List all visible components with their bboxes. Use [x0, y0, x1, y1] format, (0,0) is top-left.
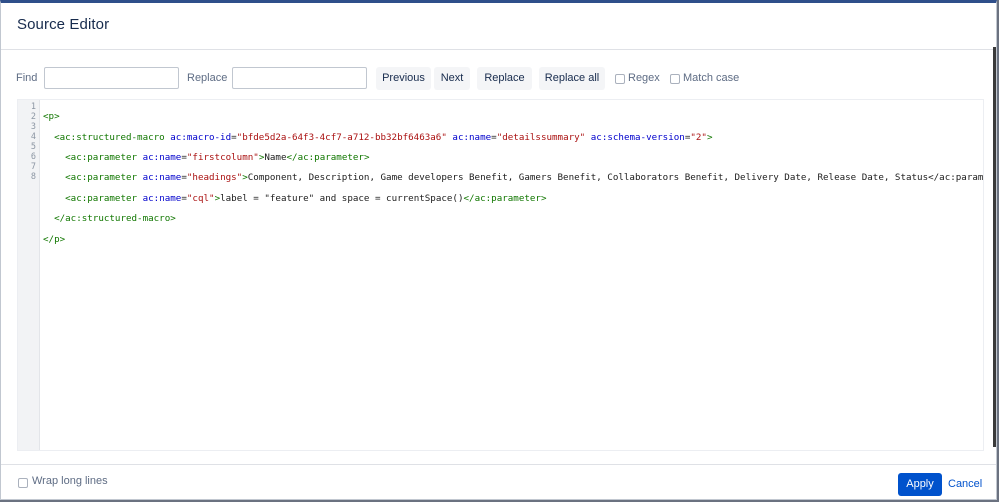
token-param-close: </ac:parameter> [286, 152, 370, 164]
code-line-3: <ac:parameter ac:name="firstcolumn">Name… [43, 152, 983, 164]
wrap-long-lines-checkbox[interactable] [18, 478, 28, 488]
line-number: 5 [30, 142, 36, 152]
line-number: 3 [30, 122, 36, 132]
line-number-gutter: 1 2 3 4 5 6 7 8 [18, 100, 40, 450]
code-editor[interactable]: 1 2 3 4 5 6 7 8 <p> <ac:structured-macro… [17, 99, 984, 451]
token-cql-text: label = "feature" and space = currentSpa… [220, 192, 464, 204]
line-number: 6 [30, 152, 36, 162]
token-macro-id-attr: ac:macro-id [170, 131, 232, 143]
token-name-attr: ac:name [142, 172, 182, 184]
token-gt: > [706, 131, 713, 143]
token-macro-name-value: "detailssummary" [496, 131, 586, 143]
regex-checkbox[interactable] [615, 74, 625, 84]
find-label: Find [16, 72, 38, 84]
line-number: 8 [30, 172, 36, 182]
source-editor-dialog: Source Editor Find Replace Previous Next… [0, 0, 997, 500]
line-number: 2 [30, 112, 36, 122]
token-param-open: <ac:parameter [65, 192, 138, 204]
token-macro-close: </ac:structured-macro> [54, 213, 176, 225]
token-cql-value: "cql" [186, 192, 215, 204]
previous-button[interactable]: Previous [376, 67, 431, 90]
token-name-attr: ac:name [142, 192, 182, 204]
token-p-close: </p> [43, 233, 66, 245]
dialog-title: Source Editor [17, 16, 110, 33]
token-schema-value: "2" [690, 131, 707, 143]
token-macro-open: <ac:structured-macro [54, 131, 165, 143]
token-headings-value: "headings" [186, 172, 243, 184]
find-replace-toolbar: Find Replace Previous Next Replace Repla… [1, 67, 996, 91]
token-p-open: <p> [43, 111, 60, 123]
replace-button[interactable]: Replace [477, 67, 532, 90]
page-scrollbar[interactable] [993, 47, 996, 447]
code-line-2: <ac:structured-macro ac:macro-id="bfde5d… [43, 131, 983, 143]
replace-input[interactable] [232, 67, 367, 89]
next-button[interactable]: Next [434, 67, 470, 90]
match-case-label: Match case [683, 72, 740, 84]
apply-button[interactable]: Apply [898, 473, 942, 496]
regex-label: Regex [628, 72, 660, 84]
dialog-footer: Wrap long lines Apply Cancel [1, 464, 996, 499]
token-firstcolumn-value: "firstcolumn" [186, 152, 259, 164]
code-line-7: </p> [43, 233, 983, 245]
token-param-open: <ac:parameter [65, 152, 138, 164]
code-line-4: <ac:parameter ac:name="headings">Compone… [43, 173, 983, 183]
token-name-attr: ac:name [142, 152, 182, 164]
line-number: 4 [30, 132, 36, 142]
token-headings-text: Component, Description, Game developers … [247, 172, 984, 184]
token-name-attr: ac:name [452, 131, 492, 143]
token-firstcolumn-text: Name [264, 152, 287, 164]
token-macro-id-value: "bfde5d2a-64f3-4cf7-a712-bb32bf6463a6" [236, 131, 447, 143]
match-case-checkbox[interactable] [670, 74, 680, 84]
code-content[interactable]: <p> <ac:structured-macro ac:macro-id="bf… [43, 102, 983, 286]
replace-all-button[interactable]: Replace all [539, 67, 605, 90]
find-input[interactable] [44, 67, 179, 89]
dialog-header: Source Editor [1, 3, 996, 50]
code-line-1: <p> [43, 112, 983, 122]
wrap-long-lines-label: Wrap long lines [32, 475, 108, 487]
token-schema-attr: ac:schema-version [590, 131, 685, 143]
code-line-6: </ac:structured-macro> [43, 214, 983, 224]
token-param-open: <ac:parameter [65, 172, 138, 184]
line-number: 1 [30, 102, 36, 112]
line-number: 7 [30, 162, 36, 172]
cancel-button[interactable]: Cancel [948, 478, 982, 490]
token-param-close: </ac:parameter> [463, 192, 547, 204]
replace-label: Replace [187, 72, 228, 84]
code-line-5: <ac:parameter ac:name="cql">label = "fea… [43, 192, 983, 204]
